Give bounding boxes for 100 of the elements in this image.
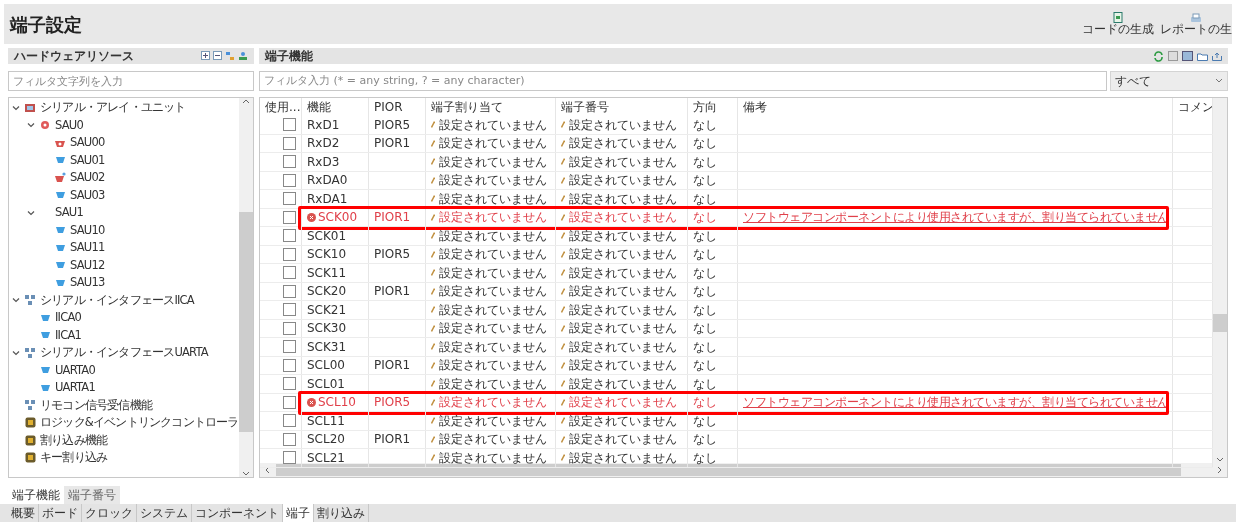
- component-icon: [54, 191, 66, 200]
- column-header[interactable]: 方向: [688, 98, 738, 116]
- row-checkbox[interactable]: [283, 432, 296, 446]
- page-tab[interactable]: 割り込み: [314, 504, 369, 522]
- expand-all-icon[interactable]: [201, 51, 210, 60]
- collapse-icon[interactable]: [12, 296, 20, 305]
- collapse-icon[interactable]: [12, 348, 20, 357]
- row-checkbox[interactable]: [283, 173, 296, 187]
- scroll-down-icon[interactable]: [1216, 455, 1224, 463]
- tree-item[interactable]: SAU1: [55, 204, 83, 222]
- table-cell-text: なし: [693, 412, 717, 430]
- tree-item[interactable]: SAU12: [70, 256, 105, 274]
- row-checkbox[interactable]: [283, 284, 296, 298]
- table-cell-text: PIOR1: [374, 209, 411, 227]
- people-icon[interactable]: [238, 51, 248, 61]
- scope-dropdown[interactable]: すべて: [1110, 71, 1228, 91]
- scroll-thumb[interactable]: [1213, 314, 1227, 332]
- tree-item[interactable]: IICA1: [55, 326, 81, 344]
- table-cell-text: RxD1: [307, 116, 340, 134]
- collapse-all-icon[interactable]: [213, 51, 222, 60]
- table-cell-text: PIOR1: [374, 431, 411, 449]
- page-tab[interactable]: 端子: [283, 504, 314, 522]
- row-checkbox[interactable]: [283, 321, 296, 335]
- tree-item[interactable]: ロジック&イベントリンクコントローラ: [40, 414, 239, 432]
- tree-item[interactable]: 割り込み機能: [40, 431, 108, 449]
- pencil-icon: [561, 306, 565, 314]
- folder-icon[interactable]: [1197, 51, 1208, 61]
- component-icon: [54, 278, 66, 287]
- pencil-icon: [561, 380, 565, 388]
- row-checkbox[interactable]: [283, 266, 296, 280]
- tree-item[interactable]: SAU10: [70, 221, 105, 239]
- tree-item[interactable]: リモコン信号受信機能: [40, 396, 152, 414]
- tree-item[interactable]: SAU11: [70, 239, 105, 257]
- tree-item[interactable]: SAU03: [70, 186, 105, 204]
- tree-item[interactable]: シリアル・アレイ・ユニット: [40, 99, 186, 117]
- table-cell-text: なし: [693, 449, 717, 467]
- tree-item[interactable]: シリアル・インタフェースUARTA: [40, 344, 208, 362]
- column-header[interactable]: 端子番号: [556, 98, 688, 116]
- pencil-icon: [561, 417, 565, 425]
- scrollbar[interactable]: [239, 98, 253, 477]
- row-checkbox[interactable]: [283, 395, 296, 409]
- tree-item[interactable]: SAU0: [55, 116, 83, 134]
- row-checkbox[interactable]: [283, 210, 296, 224]
- page-title: 端子設定: [10, 12, 82, 37]
- column-header[interactable]: 機能: [302, 98, 369, 116]
- tree-item[interactable]: シリアル・インタフェースIICA: [40, 291, 194, 309]
- component-icon: [39, 313, 51, 322]
- tree-item[interactable]: UARTA0: [55, 361, 95, 379]
- row-checkbox[interactable]: [283, 340, 296, 354]
- collapse-icon[interactable]: [27, 208, 35, 217]
- scroll-left-icon[interactable]: [264, 466, 272, 474]
- tree-item[interactable]: UARTA1: [55, 379, 95, 397]
- tree-item[interactable]: キー割り込み: [40, 449, 108, 467]
- row-checkbox[interactable]: [283, 414, 296, 428]
- row-checkbox[interactable]: [283, 247, 296, 261]
- generate-code-button[interactable]: コードの生成: [1082, 12, 1154, 36]
- table-cell-text: 設定されていません: [569, 412, 677, 430]
- scroll-thumb[interactable]: [276, 464, 1181, 476]
- scroll-up-icon[interactable]: [242, 98, 250, 106]
- scroll-thumb[interactable]: [239, 212, 253, 432]
- filter-field[interactable]: フィルタ入力 (* = any string, ? = any character): [259, 71, 1107, 91]
- tree-item[interactable]: SAU13: [70, 274, 105, 292]
- tree-item[interactable]: SAU02: [70, 169, 105, 187]
- row-checkbox[interactable]: [283, 136, 296, 150]
- column-header[interactable]: PIOR: [369, 98, 426, 116]
- table-cell-text: PIOR1: [374, 283, 411, 301]
- row-checkbox[interactable]: [283, 451, 296, 465]
- table-cell-text: SCL21: [307, 449, 345, 467]
- table-cell-text: 設定されていません: [569, 357, 677, 375]
- view-tab[interactable]: 端子番号: [64, 486, 120, 504]
- column-header[interactable]: 使用...: [260, 98, 302, 116]
- table-cell-text: SCL01: [307, 375, 345, 393]
- table-cell-text: SCK31: [307, 338, 347, 356]
- page-tab[interactable]: 概要: [8, 504, 39, 522]
- scroll-right-icon[interactable]: [1215, 466, 1223, 474]
- tree-item[interactable]: SAU01: [70, 151, 105, 169]
- tree-item[interactable]: SAU00: [70, 134, 105, 152]
- component-icon: [54, 243, 66, 252]
- table-cell-text: 設定されていません: [439, 209, 547, 227]
- column-header[interactable]: 備考: [738, 98, 1173, 116]
- row-checkbox[interactable]: [283, 229, 296, 243]
- row-checkbox[interactable]: [283, 192, 296, 206]
- row-checkbox[interactable]: [283, 377, 296, 391]
- chevron-down-icon: [1215, 78, 1223, 84]
- page-tab[interactable]: ボード: [39, 504, 82, 522]
- row-checkbox[interactable]: [283, 155, 296, 169]
- row-checkbox[interactable]: [283, 303, 296, 317]
- filter-field[interactable]: フィルタ文字列を入力: [8, 71, 254, 91]
- row-checkbox[interactable]: [283, 358, 296, 372]
- refresh-icon[interactable]: [1153, 50, 1164, 62]
- table-icon[interactable]: [1182, 51, 1193, 61]
- column-header[interactable]: 端子割り当て: [426, 98, 556, 116]
- scrollbar[interactable]: [1213, 98, 1227, 463]
- pencil-icon: [561, 213, 565, 221]
- generate-report-button[interactable]: レポートの生: [1160, 13, 1232, 36]
- network-icon: [24, 294, 36, 307]
- scroll-down-icon[interactable]: [242, 469, 250, 477]
- export-icon[interactable]: [1212, 51, 1222, 61]
- tree-item[interactable]: IICA0: [55, 309, 81, 327]
- row-checkbox[interactable]: [283, 118, 296, 132]
